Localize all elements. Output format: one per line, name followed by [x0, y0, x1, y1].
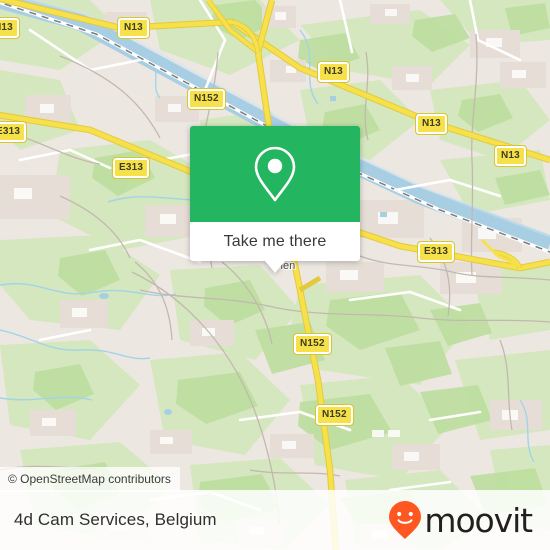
map-screen: N13 N13 N152 N13 N13 N13 E313 E313 E313 …: [0, 0, 550, 550]
callout-pointer: [265, 261, 285, 273]
route-shield-n152: N152: [315, 404, 354, 426]
route-shield-n13: N13: [317, 61, 350, 83]
moovit-pin-icon: [388, 500, 422, 540]
callout-header: [190, 126, 360, 222]
take-me-there-label: Take me there: [223, 232, 327, 250]
callout-action[interactable]: Take me there: [190, 222, 360, 261]
moovit-wordmark: moovit: [424, 500, 533, 540]
route-shield-e313: E313: [111, 157, 151, 179]
location-callout-card[interactable]: Take me there: [190, 126, 360, 273]
map-pin-icon: [252, 145, 298, 203]
osm-attribution[interactable]: © OpenStreetMap contributors: [0, 467, 180, 492]
route-shield-n13: N13: [494, 145, 527, 167]
moovit-brand[interactable]: moovit: [388, 500, 533, 540]
route-shield-e313: E313: [416, 241, 456, 263]
route-shield-e313: E313: [0, 121, 28, 143]
route-shield-n152: N152: [187, 88, 226, 110]
footer-bar: 4d Cam Services, Belgium moovit: [0, 490, 550, 550]
route-shield-n13: N13: [0, 17, 20, 39]
route-shield-n13: N13: [117, 17, 150, 39]
route-shield-n152: N152: [293, 333, 332, 355]
location-title: 4d Cam Services, Belgium: [14, 510, 217, 529]
route-shield-n13: N13: [415, 113, 448, 135]
